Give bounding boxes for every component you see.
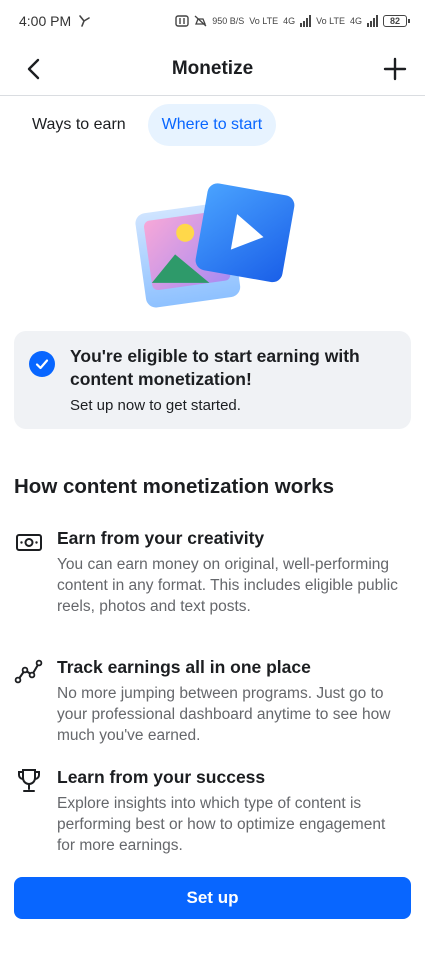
- plus-icon: [383, 57, 407, 81]
- eligibility-heading: You're eligible to start earning with co…: [70, 346, 360, 389]
- feature-title: Earn from your creativity: [57, 528, 265, 548]
- signal-icon-2: [367, 15, 378, 27]
- add-button[interactable]: [381, 55, 409, 83]
- nav-bar: Monetize: [0, 42, 425, 96]
- status-bar: 4:00 PM 950 B/S Vo LTE 4G Vo LTE 4G 82: [0, 0, 425, 42]
- feature-title: Learn from your success: [57, 767, 266, 787]
- fan-icon: [79, 15, 90, 27]
- net1b-label: 4G: [283, 16, 296, 26]
- tab-where-to-start[interactable]: Where to start: [147, 104, 277, 146]
- net-speed: 950 B/S: [212, 16, 245, 26]
- battery-icon: 82: [383, 15, 410, 27]
- tab-ways-to-earn[interactable]: Ways to earn: [18, 104, 140, 146]
- nfc-icon: [175, 15, 189, 27]
- tab-bar: Ways to earn Where to start: [18, 104, 277, 146]
- money-icon: [14, 527, 44, 557]
- net1-label: Vo LTE: [249, 16, 279, 26]
- feature-description: No more jumping between programs. Just g…: [57, 685, 391, 744]
- photo-video-illustration: [135, 183, 295, 308]
- page-title: Monetize: [171, 58, 254, 79]
- signal-icon: [300, 15, 312, 27]
- setup-button[interactable]: Set up: [14, 877, 411, 919]
- checkmark-icon: [35, 359, 49, 370]
- feature-description: Explore insights into which type of cont…: [57, 795, 386, 854]
- trophy-icon: [14, 766, 44, 796]
- mute-icon: [194, 15, 207, 27]
- status-right: 950 B/S Vo LTE 4G Vo LTE 4G 82: [175, 15, 410, 27]
- eligibility-subtext: Set up now to get started.: [70, 397, 241, 414]
- eligibility-card: You're eligible to start earning with co…: [14, 331, 411, 429]
- hero-illustration: [130, 178, 300, 313]
- feature-title: Track earnings all in one place: [57, 657, 311, 677]
- net2-label: Vo LTE: [316, 16, 345, 26]
- status-left: 4:00 PM: [19, 13, 91, 29]
- net2b-label: 4G: [349, 16, 362, 26]
- section-title: How content monetization works: [14, 475, 335, 498]
- check-circle-icon: [29, 351, 55, 377]
- feature-description: You can earn money on original, well-per…: [57, 556, 398, 615]
- trend-line-icon: [14, 656, 44, 686]
- status-time: 4:00 PM: [19, 13, 72, 29]
